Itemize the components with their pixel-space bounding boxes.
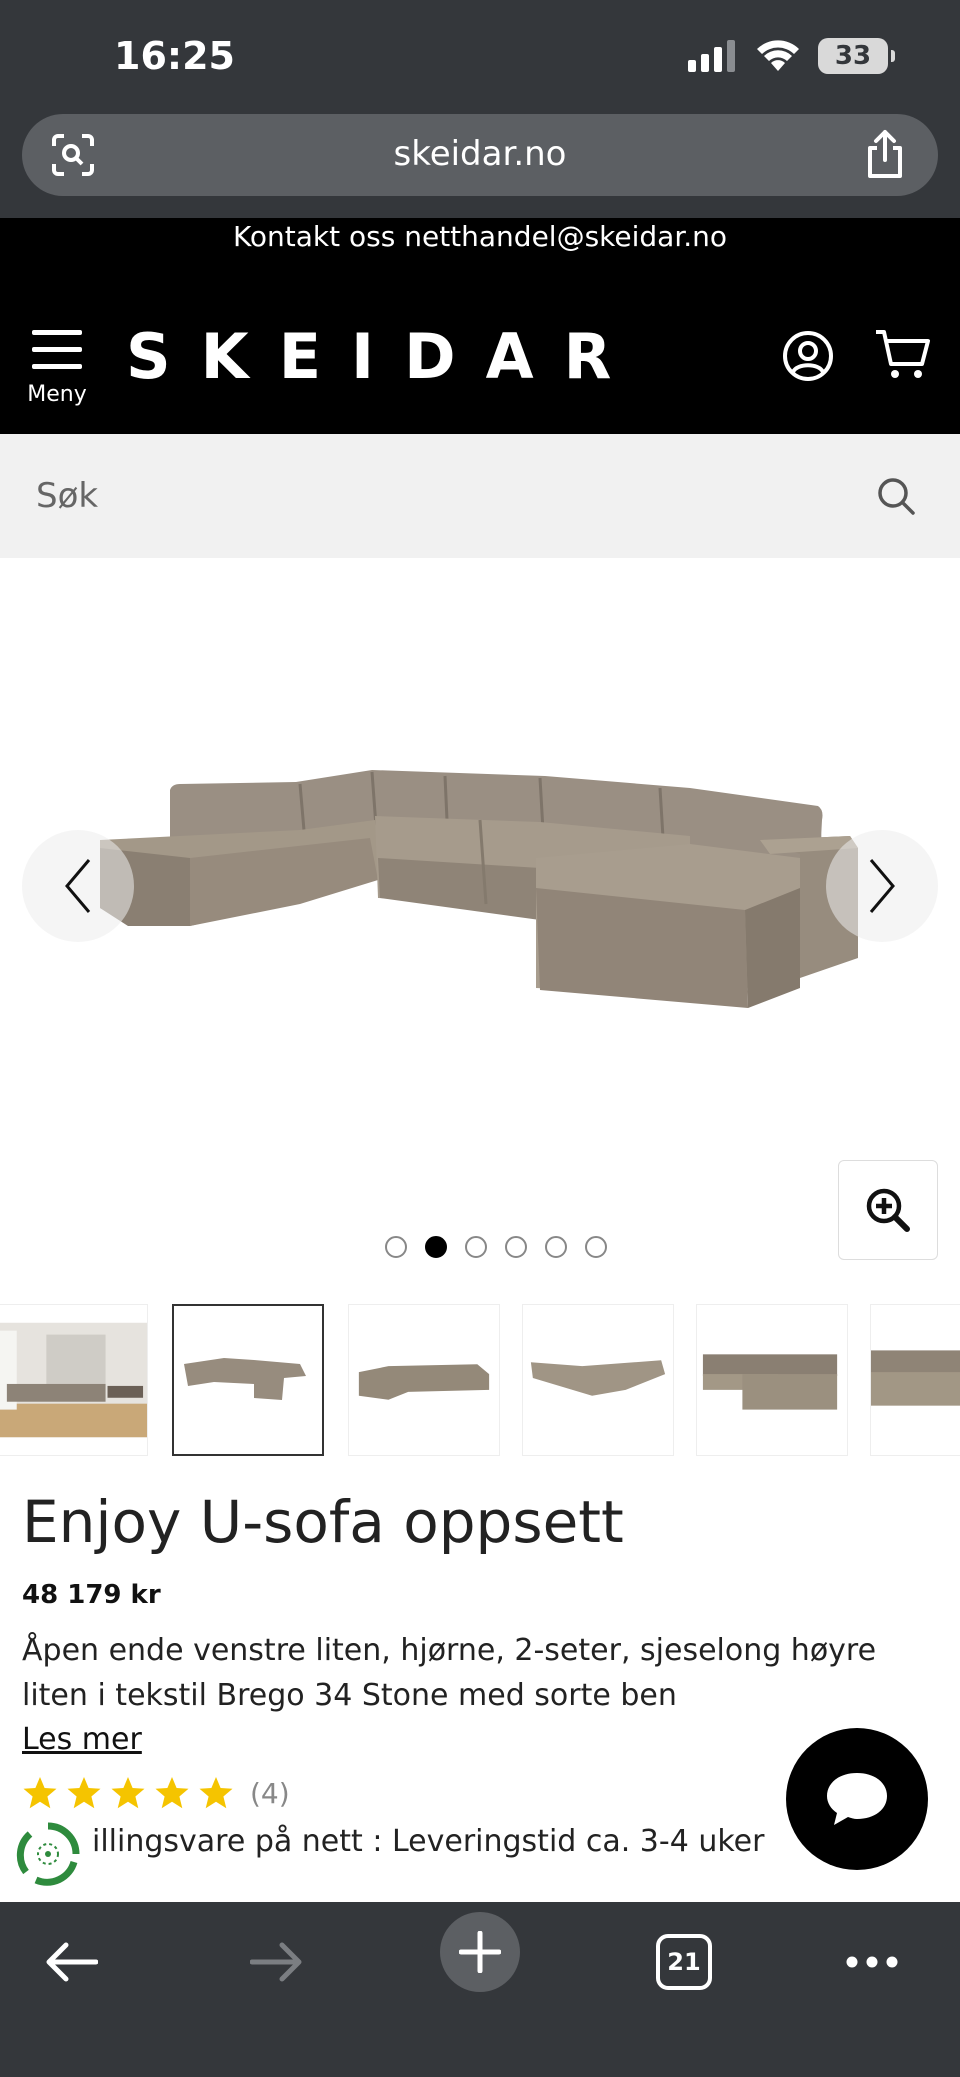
product-price: 48 179 kr — [22, 1580, 161, 1610]
thumbnail-image — [702, 1354, 838, 1410]
gallery-pagination — [0, 1236, 960, 1258]
gallery-next-button[interactable] — [826, 830, 938, 942]
search-bar — [0, 434, 960, 558]
star-icon — [111, 1777, 145, 1809]
plus-icon — [459, 1931, 501, 1973]
thumbnail[interactable] — [870, 1304, 960, 1456]
tabs-button[interactable]: 21 — [656, 1934, 712, 1990]
gallery-dot[interactable] — [505, 1236, 527, 1258]
star-icon — [155, 1777, 189, 1809]
star-icon — [23, 1777, 57, 1809]
thumbnail-selected[interactable] — [172, 1304, 324, 1456]
thumbnail-image — [871, 1350, 960, 1406]
address-bar[interactable]: skeidar.no — [22, 114, 938, 196]
back-button[interactable] — [40, 1930, 104, 1994]
hamburger-icon — [32, 330, 82, 369]
site-header: Meny SKEIDAR — [0, 278, 960, 434]
arrow-left-icon — [46, 1942, 98, 1982]
gallery-dot[interactable] — [545, 1236, 567, 1258]
thumbnail[interactable] — [696, 1304, 848, 1456]
cart-icon[interactable] — [874, 328, 932, 382]
delivery-info: illingsvare på nett : Leveringstid ca. 3… — [92, 1824, 765, 1859]
url-text: skeidar.no — [393, 134, 567, 174]
menu-label: Meny — [27, 382, 87, 407]
status-time: 16:25 — [114, 34, 235, 78]
thumbnail-image — [0, 1322, 147, 1438]
chevron-left-icon — [65, 859, 91, 913]
product-description: Åpen ende venstre liten, hjørne, 2-seter… — [22, 1633, 877, 1713]
zoom-in-icon — [866, 1188, 910, 1232]
search-icon[interactable] — [876, 476, 916, 516]
recycle-icon — [16, 1822, 80, 1886]
thumbnail-image — [530, 1360, 666, 1396]
gallery-dot[interactable] — [465, 1236, 487, 1258]
thumbnail-strip — [0, 1304, 960, 1458]
gallery-dot[interactable] — [585, 1236, 607, 1258]
product-rating[interactable]: (4) — [22, 1776, 290, 1810]
browser-toolbar: 21 — [0, 1902, 960, 2077]
site-logo[interactable]: SKEIDAR — [126, 320, 641, 393]
thumbnail-image — [184, 1358, 306, 1400]
status-icons: 33 — [688, 38, 895, 74]
product-title: Enjoy U-sofa oppsett — [22, 1488, 624, 1556]
star-icon — [67, 1777, 101, 1809]
product-image[interactable] — [0, 558, 960, 1288]
menu-button[interactable]: Meny — [26, 330, 88, 407]
thumbnail-image — [358, 1364, 490, 1400]
thumbnail[interactable] — [0, 1304, 148, 1456]
read-more-link[interactable]: Les mer — [22, 1722, 142, 1757]
account-icon[interactable] — [782, 330, 834, 382]
chevron-right-icon — [869, 859, 895, 913]
rating-count: (4) — [250, 1776, 290, 1810]
star-icon — [199, 1777, 233, 1809]
signal-icon — [688, 40, 735, 72]
battery-indicator: 33 — [818, 38, 895, 74]
more-button[interactable] — [840, 1930, 904, 1994]
contact-bar[interactable]: Kontakt oss netthandel@skeidar.no — [0, 218, 960, 278]
chat-bubble-icon — [827, 1773, 887, 1825]
arrow-right-icon — [250, 1942, 302, 1982]
new-tab-button[interactable] — [440, 1912, 520, 1992]
forward-button[interactable] — [244, 1930, 308, 1994]
chat-button[interactable] — [786, 1728, 928, 1870]
gallery-prev-button[interactable] — [22, 830, 134, 942]
search-input[interactable] — [36, 470, 836, 522]
thumbnail[interactable] — [522, 1304, 674, 1456]
more-dots-icon — [846, 1956, 898, 1968]
wifi-icon — [757, 40, 799, 71]
gallery-dot[interactable] — [385, 1236, 407, 1258]
gallery-dot-active[interactable] — [425, 1236, 447, 1258]
share-icon[interactable] — [862, 128, 908, 180]
thumbnail[interactable] — [348, 1304, 500, 1456]
product-gallery[interactable] — [0, 558, 960, 1288]
browser-chrome-top: 16:25 33 skeidar.no — [0, 0, 960, 218]
